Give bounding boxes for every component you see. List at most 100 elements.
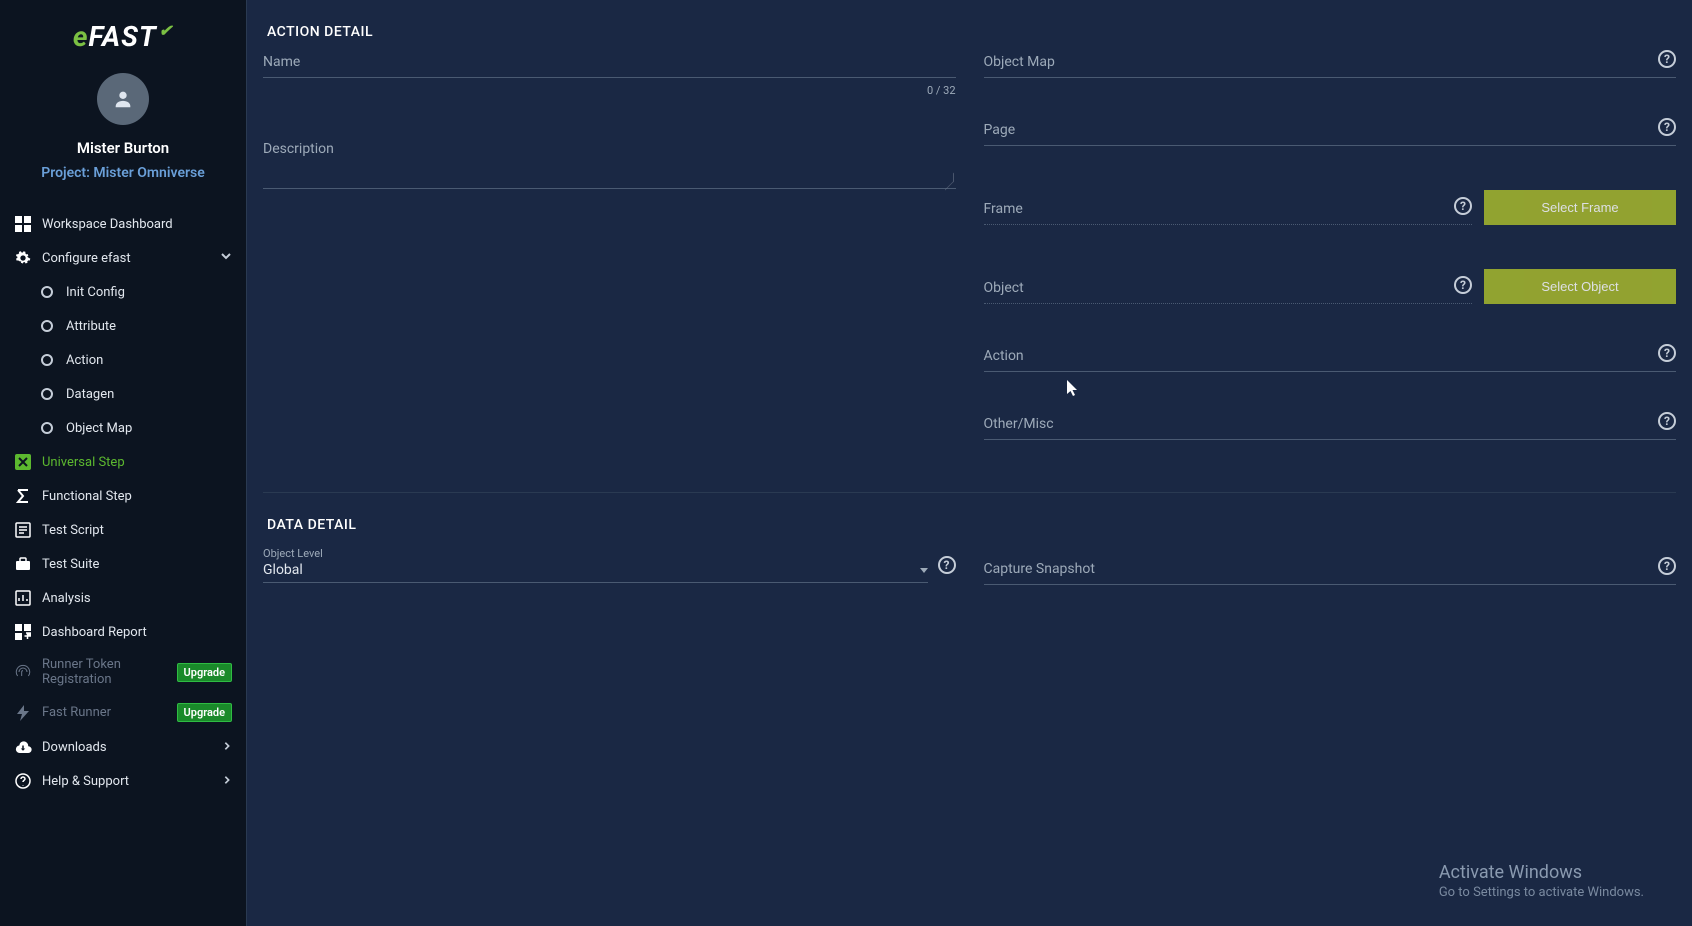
sidebar-item-analysis[interactable]: Analysis: [0, 581, 246, 615]
chevron-right-icon: [222, 740, 232, 755]
avatar[interactable]: [97, 73, 149, 125]
suitcase-icon: [14, 555, 32, 573]
capture-snapshot-label: Capture Snapshot: [984, 561, 1677, 577]
sidebar-item-label: Fast Runner: [42, 705, 167, 720]
frame-input[interactable]: Frame ?: [984, 201, 1473, 225]
object-input[interactable]: Object ?: [984, 280, 1473, 304]
sidebar-item-label: Downloads: [42, 740, 212, 755]
caret-down-icon: [920, 568, 928, 573]
field-capture-snapshot[interactable]: Capture Snapshot ?: [984, 561, 1677, 585]
help-icon[interactable]: ?: [1658, 344, 1676, 362]
sidebar-item-fast-runner[interactable]: Fast Runner Upgrade: [0, 695, 246, 730]
sigma-icon: [14, 487, 32, 505]
watermark-title: Activate Windows: [1439, 862, 1644, 883]
sidebar-item-label: Test Script: [42, 523, 232, 538]
help-icon[interactable]: ?: [1454, 276, 1472, 294]
sidebar-item-attribute[interactable]: Attribute: [0, 309, 246, 343]
sidebar-item-label: Functional Step: [42, 489, 232, 504]
field-object-level: Object Level Global ?: [263, 547, 956, 583]
action-detail-right-col: Object Map ? Page ? Frame ? Select Frame: [984, 54, 1677, 484]
field-other-misc[interactable]: Other/Misc ?: [984, 416, 1677, 440]
section-title-data-detail: DATA DETAIL: [263, 493, 1676, 547]
help-icon[interactable]: ?: [1658, 50, 1676, 68]
fingerprint-icon: [14, 663, 32, 681]
sidebar-item-label: Test Suite: [42, 557, 232, 572]
radio-icon: [38, 419, 56, 437]
select-frame-button[interactable]: Select Frame: [1484, 190, 1676, 225]
sidebar-item-label: Workspace Dashboard: [42, 217, 232, 232]
radio-icon: [38, 283, 56, 301]
logo-check-icon: ✔: [159, 21, 173, 40]
help-icon[interactable]: ?: [1658, 412, 1676, 430]
field-frame: Frame ? Select Frame: [984, 190, 1677, 225]
logo-prefix: e: [73, 20, 89, 53]
gear-icon: [14, 249, 32, 267]
sidebar-item-downloads[interactable]: Downloads: [0, 730, 246, 764]
person-icon: [112, 88, 134, 110]
object-level-label: Object Level: [263, 547, 928, 560]
object-level-select[interactable]: Object Level Global: [263, 547, 928, 583]
field-object-map[interactable]: Object Map ?: [984, 54, 1677, 78]
chevron-down-icon: [220, 250, 232, 266]
field-action[interactable]: Action ?: [984, 348, 1677, 372]
sidebar-item-label: Runner Token Registration: [42, 657, 167, 687]
bolt-icon: [14, 704, 32, 722]
description-label: Description: [263, 141, 956, 157]
cloud-download-icon: [14, 738, 32, 756]
section-title-action-detail: ACTION DETAIL: [263, 0, 1676, 54]
dashboard-plus-icon: [14, 623, 32, 641]
sidebar-item-configure-efast[interactable]: Configure efast: [0, 241, 246, 275]
sidebar-item-test-suite[interactable]: Test Suite: [0, 547, 246, 581]
sidebar-item-workspace-dashboard[interactable]: Workspace Dashboard: [0, 207, 246, 241]
sidebar-item-datagen[interactable]: Datagen: [0, 377, 246, 411]
dashboard-icon: [14, 215, 32, 233]
data-detail-right-col: Capture Snapshot ?: [984, 547, 1677, 629]
sidebar-item-label: Universal Step: [42, 455, 232, 470]
sidebar-item-action[interactable]: Action: [0, 343, 246, 377]
step-icon: [14, 453, 32, 471]
sidebar-item-init-config[interactable]: Init Config: [0, 275, 246, 309]
upgrade-badge[interactable]: Upgrade: [177, 703, 232, 722]
sidebar-item-label: Help & Support: [42, 774, 212, 789]
name-label: Name: [263, 54, 956, 70]
logo: eFAST✔: [0, 0, 246, 59]
help-icon[interactable]: ?: [1454, 197, 1472, 215]
sidebar-item-label: Configure efast: [42, 251, 210, 266]
sidebar-item-test-script[interactable]: Test Script: [0, 513, 246, 547]
sidebar-item-object-map[interactable]: Object Map: [0, 411, 246, 445]
select-object-button[interactable]: Select Object: [1484, 269, 1676, 304]
project-name: Project: Mister Omniverse: [41, 165, 205, 181]
sidebar-item-help-support[interactable]: Help & Support: [0, 764, 246, 798]
frame-label: Frame: [984, 201, 1473, 217]
field-description[interactable]: Description: [263, 141, 956, 189]
field-page[interactable]: Page ?: [984, 122, 1677, 146]
main-content: ACTION DETAIL Name 0 / 32 Description Ob…: [247, 0, 1692, 926]
sidebar-item-label: Init Config: [66, 285, 232, 300]
logo-name: FAST: [89, 20, 157, 53]
chart-icon: [14, 589, 32, 607]
object-label: Object: [984, 280, 1473, 296]
action-label: Action: [984, 348, 1677, 364]
upgrade-badge[interactable]: Upgrade: [177, 663, 232, 682]
data-detail-left-col: Object Level Global ?: [263, 547, 956, 629]
sidebar-item-label: Analysis: [42, 591, 232, 606]
sidebar-item-label: Object Map: [66, 421, 232, 436]
help-icon[interactable]: ?: [1658, 557, 1676, 575]
help-icon[interactable]: ?: [938, 556, 956, 574]
sidebar-item-label: Dashboard Report: [42, 625, 232, 640]
sidebar: eFAST✔ Mister Burton Project: Mister Omn…: [0, 0, 247, 926]
sidebar-item-runner-token[interactable]: Runner Token Registration Upgrade: [0, 649, 246, 695]
sidebar-item-functional-step[interactable]: Functional Step: [0, 479, 246, 513]
radio-icon: [38, 351, 56, 369]
sidebar-item-dashboard-report[interactable]: Dashboard Report: [0, 615, 246, 649]
help-icon[interactable]: ?: [1658, 118, 1676, 136]
field-name[interactable]: Name 0 / 32: [263, 54, 956, 97]
chevron-right-icon: [222, 774, 232, 789]
object-level-value: Global: [263, 562, 303, 578]
sidebar-item-label: Action: [66, 353, 232, 368]
radio-icon: [38, 317, 56, 335]
other-misc-label: Other/Misc: [984, 416, 1677, 432]
sidebar-item-universal-step[interactable]: Universal Step: [0, 445, 246, 479]
nav: Workspace Dashboard Configure efast Init…: [0, 197, 246, 808]
field-object: Object ? Select Object: [984, 269, 1677, 304]
